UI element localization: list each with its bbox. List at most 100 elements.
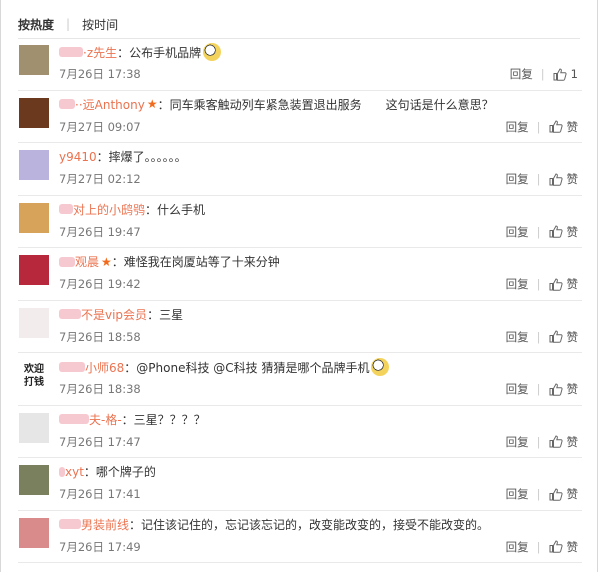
comment-row: 不是vip会员 ：三星 7月26日 18:58 回复 | 赞 [18, 301, 582, 353]
reply-button[interactable]: 回复 [506, 224, 529, 240]
like-count: 赞 [566, 487, 579, 501]
username-link[interactable]: ··远Anthony [75, 96, 145, 113]
username-link[interactable]: 对上的小鸱鸮 [73, 201, 145, 218]
vip-star-icon: ★ [101, 254, 112, 269]
comment-actions: 回复 | 赞 [506, 171, 578, 187]
tab-by-popularity[interactable]: 按热度 [18, 16, 54, 33]
avatar[interactable] [19, 97, 49, 128]
comment-text: ：同车乘客触动列车紧急装置退出服务 这句话是什么意思？ [157, 97, 494, 112]
like-icon [549, 540, 563, 553]
comment-time: 7月26日 19:42 [59, 277, 141, 291]
emoji-icon [203, 43, 222, 61]
tab-by-time[interactable]: 按时间 [82, 16, 118, 33]
emoji-icon [371, 358, 390, 376]
action-divider: | [536, 329, 541, 344]
comment-line: xyt ：哪个牌子的 [59, 463, 582, 480]
reply-button[interactable]: 回复 [510, 66, 533, 82]
comment-time: 7月26日 17:49 [59, 539, 141, 554]
avatar[interactable] [19, 150, 49, 180]
like-button[interactable]: 赞 [549, 434, 579, 450]
username-link[interactable]: y9410 [59, 150, 97, 164]
comment-actions: 回复 | 赞 [506, 381, 578, 397]
like-icon [549, 382, 563, 396]
avatar[interactable]: 欢迎 打钱 [19, 360, 49, 390]
comment-list: ·z先生 ：公布手机品牌 7月26日 17:38 回复 | 1 ··远Antho… [1, 38, 598, 563]
like-button[interactable]: 赞 [549, 224, 579, 240]
like-button[interactable]: 赞 [549, 276, 579, 292]
username-link[interactable]: 夫-格- [89, 411, 122, 428]
reply-button[interactable]: 回复 [506, 434, 529, 450]
reply-button[interactable]: 回复 [506, 486, 529, 502]
comment-line: 夫-格- ：三星？？？？ [59, 411, 582, 428]
username-link[interactable]: ·z先生 [83, 44, 117, 61]
blurred-name-part [59, 99, 75, 109]
like-button[interactable]: 赞 [549, 171, 578, 187]
like-count: 赞 [566, 277, 579, 291]
action-divider: | [540, 67, 545, 81]
comment-row: ··远Anthony ★ ：同车乘客触动列车紧急装置退出服务 这句话是什么意思？… [18, 91, 582, 143]
blurred-name-part [59, 309, 81, 319]
action-divider: | [536, 539, 541, 554]
comment-time: 7月26日 17:47 [59, 434, 141, 449]
avatar[interactable] [19, 517, 49, 548]
blurred-name-part [59, 519, 81, 529]
like-icon [549, 277, 563, 291]
action-divider: | [536, 434, 541, 449]
avatar[interactable] [19, 465, 49, 495]
comment-time: 7月26日 19:47 [59, 224, 141, 239]
like-count: 赞 [566, 224, 579, 239]
like-icon [549, 487, 563, 501]
action-divider: | [536, 224, 541, 239]
comment-actions: 回复 | 赞 [506, 539, 578, 555]
comment-row: 欢迎 打钱 小师68 ：@Phone科技 @C科技 猜猜是哪个品牌手机 7月26… [18, 353, 582, 406]
avatar[interactable] [19, 255, 49, 285]
avatar[interactable] [19, 412, 49, 443]
comment-text: ：哪个牌子的 [83, 465, 156, 479]
reply-button[interactable]: 回复 [506, 329, 529, 345]
reply-button[interactable]: 回复 [506, 276, 529, 292]
comment-text: ：公布手机品牌 [117, 45, 202, 60]
comment-line: ·z先生 ：公布手机品牌 [59, 43, 582, 61]
like-button[interactable]: 赞 [549, 539, 578, 555]
username-link[interactable]: 观晨 [75, 253, 99, 270]
tab-divider: | [66, 17, 71, 31]
comment-time: 7月27日 02:12 [59, 172, 141, 186]
comment-line: 不是vip会员 ：三星 [59, 306, 582, 323]
comment-time: 7月26日 17:41 [59, 487, 141, 501]
reply-button[interactable]: 回复 [506, 381, 529, 397]
blurred-name-part [59, 256, 75, 267]
avatar[interactable] [19, 202, 49, 233]
reply-button[interactable]: 回复 [506, 171, 529, 187]
like-count: 赞 [566, 119, 579, 134]
like-count: 赞 [566, 382, 579, 396]
like-button[interactable]: 赞 [549, 381, 579, 397]
reply-button[interactable]: 回复 [506, 119, 529, 135]
comment-text: ：三星 [147, 307, 184, 322]
like-icon [549, 330, 563, 343]
username-link[interactable]: 不是vip会员 [81, 306, 147, 323]
username-link[interactable]: 小师68 [85, 359, 124, 376]
sort-tabs: 按热度 | 按时间 [18, 14, 118, 34]
comment-row: 男装前线 ：记住该记住的，忘记该忘记的，改变能改变的，接受不能改变的。 7月26… [18, 511, 582, 563]
like-button[interactable]: 赞 [549, 329, 578, 345]
comment-time: 7月27日 09:07 [59, 119, 141, 134]
like-button[interactable]: 赞 [549, 119, 579, 135]
action-divider: | [536, 277, 541, 291]
avatar[interactable] [19, 307, 49, 338]
username-link[interactable]: 男装前线 [81, 516, 129, 533]
comment-text: ：@Phone科技 @C科技 猜猜是哪个品牌手机 [124, 360, 370, 375]
action-divider: | [536, 119, 541, 134]
avatar[interactable] [19, 45, 49, 75]
like-icon [549, 435, 563, 448]
comment-line: ··远Anthony ★ ：同车乘客触动列车紧急装置退出服务 这句话是什么意思？ [59, 96, 582, 113]
like-button[interactable]: 1 [553, 67, 578, 81]
comment-row: 观晨 ★ ：难怪我在岗厦站等了十来分钟 7月26日 19:42 回复 | 赞 [18, 248, 582, 301]
like-button[interactable]: 赞 [549, 486, 579, 502]
reply-button[interactable]: 回复 [506, 539, 529, 555]
like-icon [549, 172, 563, 186]
comment-line: 观晨 ★ ：难怪我在岗厦站等了十来分钟 [59, 253, 582, 270]
comment-row: 夫-格- ：三星？？？？ 7月26日 17:47 回复 | 赞 [18, 406, 582, 458]
like-count: 1 [570, 67, 578, 81]
username-link[interactable]: xyt [65, 465, 84, 479]
like-count: 赞 [566, 434, 579, 449]
